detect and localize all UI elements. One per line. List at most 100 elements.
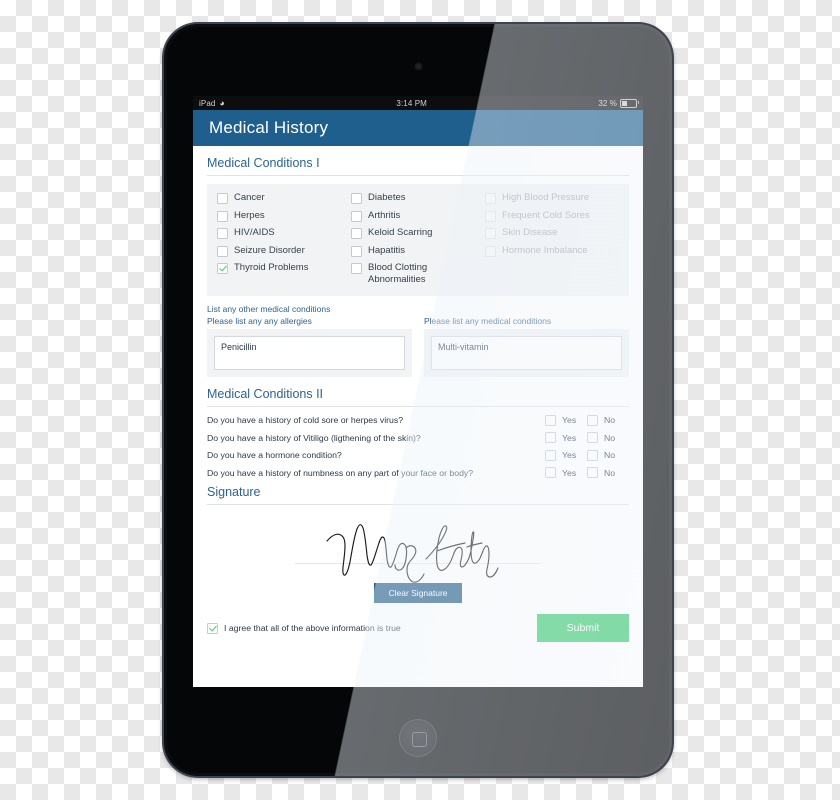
- no-label: No: [604, 415, 616, 426]
- checkbox-diabetes[interactable]: [351, 193, 362, 204]
- checkbox-q1-yes[interactable]: [545, 414, 556, 426]
- signature-pad[interactable]: [207, 513, 629, 589]
- no-label: No: [604, 450, 616, 461]
- question-text: Do you have a history of cold sore or he…: [207, 415, 404, 426]
- yes-label: Yes: [562, 432, 577, 443]
- agree-consent-row[interactable]: I agree that all of the above informatio…: [207, 622, 537, 634]
- question-no-option[interactable]: No: [587, 467, 629, 479]
- question-no-option[interactable]: No: [587, 449, 629, 461]
- front-camera-icon: [414, 63, 422, 70]
- checkbox-arthritis[interactable]: [351, 210, 362, 222]
- question-text: Do you have a history of Vitiligo (ligth…: [207, 432, 421, 443]
- question-row: Do you have a history of numbness on any…: [207, 467, 629, 479]
- condition-label: Skin Disease: [502, 227, 558, 238]
- no-label: No: [604, 467, 616, 478]
- condition-item[interactable]: Keloid Scarring: [351, 227, 485, 239]
- checkbox-q2-yes[interactable]: [545, 432, 556, 444]
- checkbox-herpes[interactable]: [217, 210, 228, 222]
- conditions-input[interactable]: Multi-vitamin: [431, 335, 622, 370]
- conditions-column-1: Cancer Herpes HIV/AIDS Seizure Disorder …: [217, 192, 351, 286]
- condition-item[interactable]: Seizure Disorder: [217, 245, 351, 257]
- condition-item[interactable]: Hapatitis: [351, 245, 485, 257]
- checkbox-q2-no[interactable]: [587, 432, 598, 444]
- question-row: Do you have a hormone condition? Yes No: [207, 449, 629, 461]
- condition-item[interactable]: Frequent Cold Sores: [485, 210, 619, 222]
- condition-label: Hapatitis: [368, 244, 405, 256]
- battery-icon: [620, 98, 639, 108]
- status-bar-time: 3:14 PM: [396, 98, 427, 108]
- medical-conditions-panel: Cancer Herpes HIV/AIDS Seizure Disorder …: [207, 184, 629, 296]
- question-no-option[interactable]: No: [587, 414, 629, 426]
- condition-label: Herpes: [234, 209, 265, 221]
- section-title-signature: Signature: [207, 485, 629, 505]
- checkbox-thyroid-problems[interactable]: [217, 263, 228, 274]
- condition-item[interactable]: Arthritis: [351, 210, 485, 222]
- condition-item[interactable]: Skin Disease: [485, 227, 619, 239]
- section-title-conditions-i: Medical Conditions I: [207, 156, 629, 176]
- home-button[interactable]: [399, 719, 437, 757]
- checkbox-q3-yes[interactable]: [545, 449, 556, 461]
- condition-item[interactable]: Hormone Imbalance: [485, 245, 619, 257]
- condition-item[interactable]: Diabetes: [351, 192, 485, 204]
- condition-item[interactable]: Blood Clotting Abnormalities: [351, 262, 485, 286]
- allergies-field-block: Please list any any allergies Penicillin: [207, 316, 412, 377]
- checkbox-q1-no[interactable]: [587, 414, 598, 426]
- questions-list: Do you have a history of cold sore or he…: [207, 414, 629, 479]
- question-row: Do you have a history of Vitiligo (ligth…: [207, 432, 629, 444]
- yes-label: Yes: [562, 467, 577, 478]
- conditions-field-wrap: Multi-vitamin: [424, 328, 629, 377]
- question-text: Do you have a hormone condition?: [207, 450, 342, 461]
- app-title-bar: Medical History: [193, 110, 643, 146]
- condition-item[interactable]: Thyroid Problems: [217, 262, 351, 274]
- checkbox-q3-no[interactable]: [587, 449, 598, 461]
- question-yes-option[interactable]: Yes: [545, 414, 587, 426]
- checkbox-agree[interactable]: [207, 622, 218, 634]
- question-yes-option[interactable]: Yes: [545, 467, 587, 479]
- question-row: Do you have a history of cold sore or he…: [207, 414, 629, 426]
- section-title-conditions-ii: Medical Conditions II: [207, 387, 629, 407]
- checkbox-frequent-cold-sores[interactable]: [485, 210, 496, 222]
- question-no-option[interactable]: No: [587, 432, 629, 444]
- free-text-fields-row: Please list any any allergies Penicillin…: [207, 316, 629, 377]
- condition-label: Thyroid Problems: [234, 262, 309, 273]
- page-title: Medical History: [209, 118, 329, 137]
- checkbox-blood-clotting-abnormalities[interactable]: [351, 263, 362, 274]
- condition-item[interactable]: HIV/AIDS: [217, 227, 351, 239]
- checkbox-cancer[interactable]: [217, 193, 228, 204]
- checkbox-skin-disease[interactable]: [485, 228, 496, 239]
- allergies-input[interactable]: Penicillin: [214, 335, 405, 370]
- question-yes-option[interactable]: Yes: [545, 449, 587, 461]
- checkbox-hiv-aids[interactable]: [217, 228, 228, 239]
- allergies-label: Please list any any allergies: [207, 315, 312, 326]
- checkbox-q4-no[interactable]: [587, 467, 598, 479]
- tablet-screen: iPad ◕ 3:14 PM 32 % Medical History Medi…: [193, 96, 643, 687]
- checkbox-keloid-scarring[interactable]: [351, 228, 362, 239]
- signature-ink: [326, 523, 499, 583]
- condition-item[interactable]: Cancer: [217, 192, 351, 204]
- condition-label: Keloid Scarring: [368, 227, 433, 238]
- other-conditions-heading: List any other medical conditions: [207, 303, 331, 314]
- condition-item[interactable]: High Blood Pressure: [485, 192, 619, 204]
- condition-label: Seizure Disorder: [234, 244, 305, 256]
- condition-label: Cancer: [234, 192, 265, 203]
- page-root: iPad ◕ 3:14 PM 32 % Medical History Medi…: [0, 0, 840, 800]
- form-body: Medical Conditions I Cancer Herpes HIV/A…: [193, 146, 643, 687]
- status-bar-left: iPad ◕: [199, 98, 225, 108]
- conditions-column-2: Diabetes Arthritis Keloid Scarring Hapat…: [351, 192, 485, 286]
- question-text: Do you have a history of numbness on any…: [207, 467, 474, 478]
- checkbox-hormone-imbalance[interactable]: [485, 245, 496, 257]
- battery-percent-label: 32 %: [598, 98, 617, 108]
- checkbox-hapatitis[interactable]: [351, 245, 362, 257]
- allergies-field-wrap: Penicillin: [207, 328, 412, 377]
- yes-label: Yes: [562, 415, 577, 426]
- conditions-field-block: Please list any medical conditions Multi…: [424, 316, 629, 377]
- checkbox-seizure-disorder[interactable]: [217, 245, 228, 257]
- conditions-label: Please list any medical conditions: [424, 315, 552, 326]
- condition-label: Frequent Cold Sores: [502, 209, 590, 221]
- checkbox-q4-yes[interactable]: [545, 467, 556, 479]
- condition-label: HIV/AIDS: [234, 227, 275, 238]
- question-yes-option[interactable]: Yes: [545, 432, 587, 444]
- checkbox-high-blood-pressure[interactable]: [485, 193, 496, 204]
- condition-item[interactable]: Herpes: [217, 210, 351, 222]
- submit-button[interactable]: Submit: [537, 613, 629, 642]
